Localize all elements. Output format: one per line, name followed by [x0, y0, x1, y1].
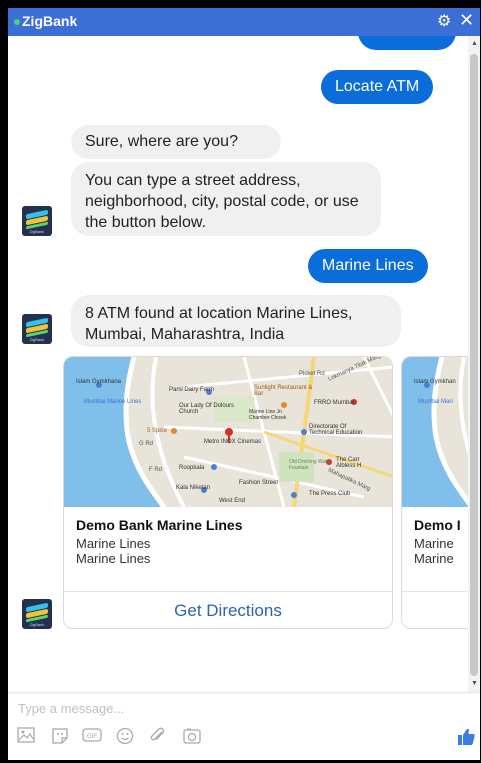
map-label: 5 Spice: [147, 428, 168, 434]
message-text: You can type a street address, neighborh…: [85, 172, 359, 231]
map-label: Roopkala: [179, 465, 205, 471]
title-bar: ZigBank ⚙ ✕: [8, 8, 480, 36]
close-icon[interactable]: ✕: [459, 10, 474, 31]
map-label: Islam Gymkhana: [76, 379, 122, 385]
map-label: Islam Gymkhan: [414, 379, 456, 385]
map-label: The Carr Albless H: [336, 457, 362, 469]
camera-icon[interactable]: [182, 727, 202, 745]
card-divider: [402, 591, 468, 592]
map-thumbnail[interactable]: Islam Gymkhana Parsi Dairy Farm Sunlight…: [64, 357, 392, 507]
scrollbar-thumb[interactable]: [470, 54, 478, 676]
map-label: G Rd: [139, 441, 154, 447]
message-list[interactable]: Locate ATM Sure, where are you? You can …: [8, 36, 468, 692]
online-status-dot: [14, 19, 20, 25]
message-out-partial: [358, 36, 456, 50]
card-subtitle: Marine: [414, 551, 454, 566]
map-label: Marine Line Jn Chamber Chowk: [249, 409, 287, 421]
card-title: Demo I: [414, 517, 461, 533]
map-label: Our Lady Of Dolours Church: [179, 403, 235, 415]
message-text: Locate ATM: [335, 78, 420, 95]
map-label: Picket Rd: [299, 371, 325, 377]
window-title: ZigBank: [22, 13, 78, 29]
message-text: Marine Lines: [322, 257, 414, 274]
message-in-where: Sure, where are you?: [71, 125, 281, 159]
card-subtitle: Marine Lines: [76, 551, 151, 566]
get-directions-button[interactable]: Get Directions: [64, 592, 392, 628]
gear-icon[interactable]: ⚙: [437, 11, 451, 31]
map-label: Mumbai Mari: [418, 399, 453, 405]
gif-icon[interactable]: GIF: [82, 727, 102, 745]
map-label: The Press Club: [309, 491, 351, 497]
thumbs-up-icon[interactable]: [456, 727, 476, 747]
atm-card[interactable]: Islam Gymkhan Mumbai Mari Demo I Marine …: [401, 356, 468, 629]
bot-avatar: ZigBank: [22, 599, 52, 629]
image-icon[interactable]: [16, 727, 36, 745]
message-text: 8 ATM found at location Marine Lines, Mu…: [85, 305, 353, 343]
card-title: Demo Bank Marine Lines: [76, 517, 243, 533]
message-out-locate-atm: Locate ATM: [321, 70, 434, 104]
message-out-marine-lines: Marine Lines: [308, 249, 428, 283]
map-label: Sunlight Restaurant & Bar: [254, 385, 313, 397]
sticker-icon[interactable]: [50, 727, 70, 745]
scroll-down-arrow-icon[interactable]: ▼: [471, 680, 478, 687]
message-input[interactable]: Type a message...: [18, 701, 124, 716]
map-label: Directorate Of Technical Education: [309, 424, 363, 436]
map-label: West End: [219, 498, 245, 504]
map-label: Metro INOX Cinemas: [204, 439, 262, 445]
map-label: FRRO Mumbai: [314, 400, 355, 406]
map-label: Fashion Street: [239, 480, 279, 486]
svg-text:GIF: GIF: [87, 734, 97, 740]
scroll-up-arrow-icon[interactable]: ▲: [471, 40, 478, 47]
chat-window: ZigBank ⚙ ✕ Locate ATM Sure, where are y…: [8, 8, 480, 760]
map-thumbnail[interactable]: Islam Gymkhan Mumbai Mari: [402, 357, 468, 507]
message-composer: Type a message... GIF: [8, 692, 480, 760]
message-in-atm-found: 8 ATM found at location Marine Lines, Mu…: [71, 295, 401, 347]
map-label: Mumbai Marine Lines: [84, 399, 142, 405]
attachment-icon[interactable]: [148, 727, 168, 745]
card-subtitle: Marine Lines: [76, 536, 151, 551]
message-text: Sure, where are you?: [85, 133, 238, 150]
atm-card[interactable]: Islam Gymkhana Parsi Dairy Farm Sunlight…: [63, 356, 393, 629]
scrollbar[interactable]: ▲ ▼: [468, 36, 480, 692]
emoji-icon[interactable]: [115, 727, 135, 745]
message-in-type-address: You can type a street address, neighborh…: [71, 162, 381, 236]
map-label: Kala Niketan: [176, 485, 211, 491]
bot-avatar: ZigBank: [22, 206, 52, 236]
map-label: F Rd: [149, 467, 163, 473]
map-label: Parsi Dairy Farm: [169, 387, 215, 393]
screen-frame: ZigBank ⚙ ✕ Locate ATM Sure, where are y…: [0, 0, 481, 763]
bot-avatar: ZigBank: [22, 314, 52, 344]
card-subtitle: Marine: [414, 536, 454, 551]
